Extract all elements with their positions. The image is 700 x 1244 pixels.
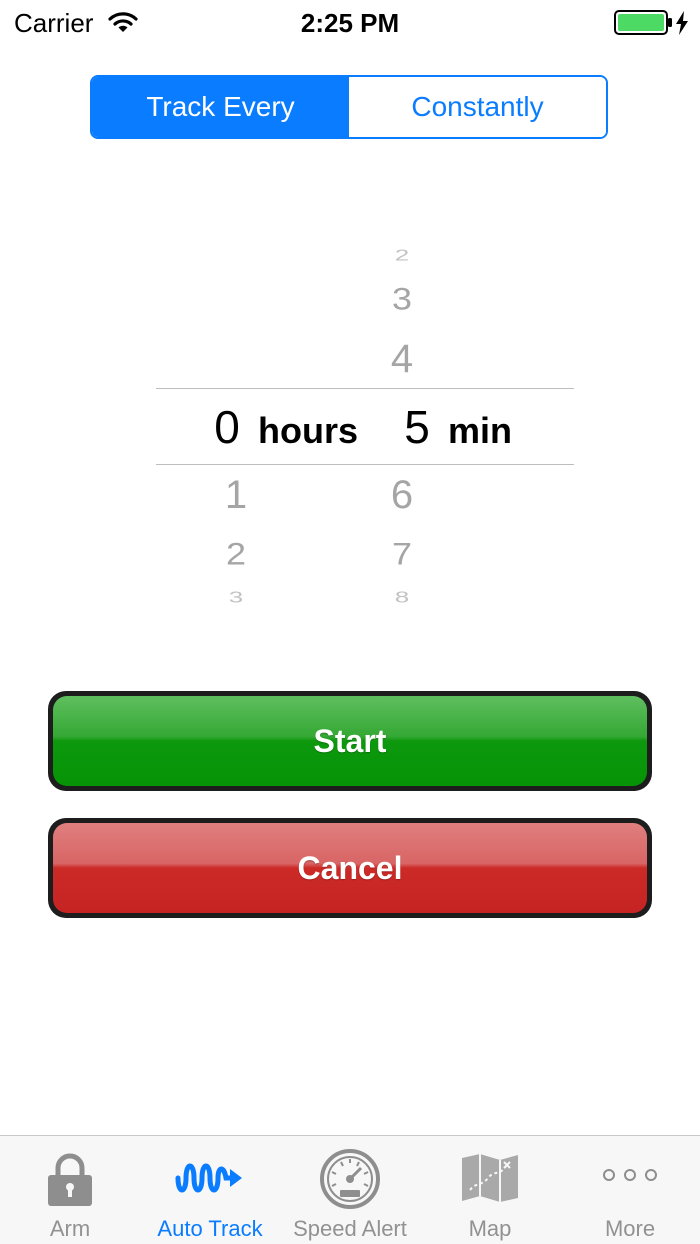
lock-icon bbox=[46, 1150, 94, 1213]
tab-more-label: More bbox=[604, 1216, 656, 1241]
hour-option[interactable]: 2 bbox=[206, 536, 266, 571]
segment-track-every[interactable]: Track Every bbox=[92, 77, 349, 137]
hour-option[interactable]: 1 bbox=[206, 474, 266, 516]
selected-hours-value[interactable]: 0 bbox=[197, 400, 257, 454]
minutes-unit-label: min bbox=[448, 410, 513, 451]
charging-bolt-icon bbox=[675, 10, 689, 41]
tab-speed-alert[interactable]: Speed Alert bbox=[280, 1136, 420, 1244]
minute-option[interactable]: 2 bbox=[372, 247, 432, 263]
minute-option[interactable]: 4 bbox=[372, 338, 432, 380]
tab-map-label: Map bbox=[468, 1216, 512, 1241]
map-icon bbox=[460, 1152, 520, 1209]
picker-selection-bottom-line bbox=[156, 464, 574, 465]
tab-more[interactable]: More bbox=[560, 1136, 700, 1244]
status-bar: Carrier 2:25 PM bbox=[0, 0, 700, 48]
auto-track-icon bbox=[174, 1158, 246, 1203]
tab-arm-label: Arm bbox=[49, 1216, 91, 1241]
minute-option[interactable]: 8 bbox=[372, 589, 432, 605]
cancel-button-face: Cancel bbox=[53, 823, 647, 913]
clock: 2:25 PM bbox=[300, 8, 400, 38]
minute-option[interactable]: 3 bbox=[372, 281, 432, 316]
start-button-face: Start bbox=[53, 696, 647, 786]
minute-option[interactable]: 7 bbox=[372, 536, 432, 571]
tab-bar: Arm Auto Track Speed Alert Map More bbox=[0, 1135, 700, 1244]
tab-auto-track[interactable]: Auto Track bbox=[140, 1136, 280, 1244]
mode-segmented-control: Track Every Constantly bbox=[90, 75, 608, 139]
hour-option[interactable]: 3 bbox=[206, 589, 266, 605]
minute-option[interactable]: 6 bbox=[372, 474, 432, 516]
speedometer-icon bbox=[319, 1148, 381, 1215]
more-icon bbox=[602, 1168, 658, 1187]
tab-auto-track-label: Auto Track bbox=[157, 1216, 263, 1241]
tab-map[interactable]: Map bbox=[420, 1136, 560, 1244]
cancel-button-label: Cancel bbox=[297, 849, 403, 886]
start-button[interactable]: Start bbox=[48, 691, 652, 791]
hours-unit-label: hours bbox=[258, 410, 359, 451]
cancel-button[interactable]: Cancel bbox=[48, 818, 652, 918]
interval-picker[interactable]: 2 3 4 0 hours 5 min 1 2 3 6 7 8 bbox=[156, 232, 574, 622]
battery-icon bbox=[614, 10, 674, 41]
start-button-label: Start bbox=[313, 722, 387, 759]
segment-constantly[interactable]: Constantly bbox=[349, 77, 606, 137]
selected-minutes-value[interactable]: 5 bbox=[387, 400, 447, 454]
tab-arm[interactable]: Arm bbox=[0, 1136, 140, 1244]
tab-speed-alert-label: Speed Alert bbox=[293, 1216, 407, 1241]
picker-selection-top-line bbox=[156, 388, 574, 389]
